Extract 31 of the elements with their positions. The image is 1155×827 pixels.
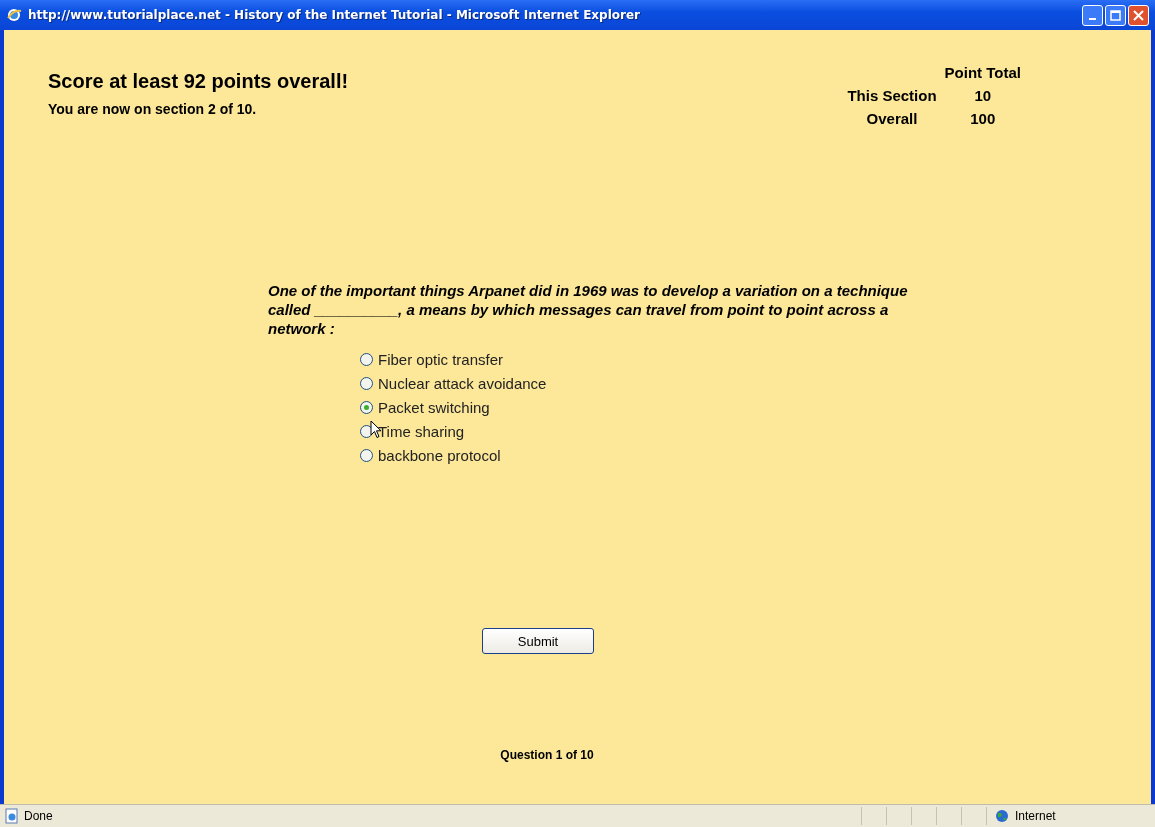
column-header: Point Total [944, 64, 1021, 81]
minimize-icon [1089, 18, 1096, 20]
progress-text: You are now on section 2 of 10. [48, 101, 258, 117]
page-icon [4, 808, 20, 824]
question-text: One of the important things Arpanet did in 1969 was to develop a variation on a technique called __________, a means by which messages can travel from point to point across a network : [268, 281, 908, 338]
option-label[interactable]: Time sharing [378, 422, 465, 440]
point-value: 100 [969, 110, 997, 127]
question-counter: Question 1 of 10 [500, 748, 594, 762]
zone-text: Internet [1015, 809, 1056, 823]
close-icon [1133, 9, 1144, 21]
option-label[interactable]: Packet switching [378, 398, 490, 416]
option-label[interactable]: Fiber optic transfer [378, 350, 504, 368]
row-label: This Section [847, 87, 937, 104]
close-button[interactable] [1128, 4, 1149, 26]
submit-button[interactable]: Submit [482, 628, 594, 654]
window-title: http://www.tutorialplace.net - History of the Internet Tutorial - Microsoft Internet Explorer [28, 8, 641, 22]
option-label[interactable]: Nuclear attack avoidance [378, 374, 547, 392]
browser-icon [6, 7, 22, 23]
maximize-button[interactable] [1105, 4, 1126, 26]
row-label: Overall [865, 110, 919, 127]
radio-button[interactable] [360, 352, 373, 366]
radio-button[interactable] [360, 376, 373, 390]
point-value: 10 [973, 87, 993, 104]
heading: Score at least 92 points overall! [48, 70, 349, 93]
minimize-button[interactable] [1082, 4, 1103, 26]
radio-button[interactable] [360, 448, 373, 462]
maximize-icon [1110, 9, 1121, 21]
status-text: Done [24, 809, 53, 823]
option-label[interactable]: backbone protocol [378, 446, 501, 464]
radio-button[interactable] [360, 400, 373, 414]
globe-icon [995, 809, 1009, 823]
